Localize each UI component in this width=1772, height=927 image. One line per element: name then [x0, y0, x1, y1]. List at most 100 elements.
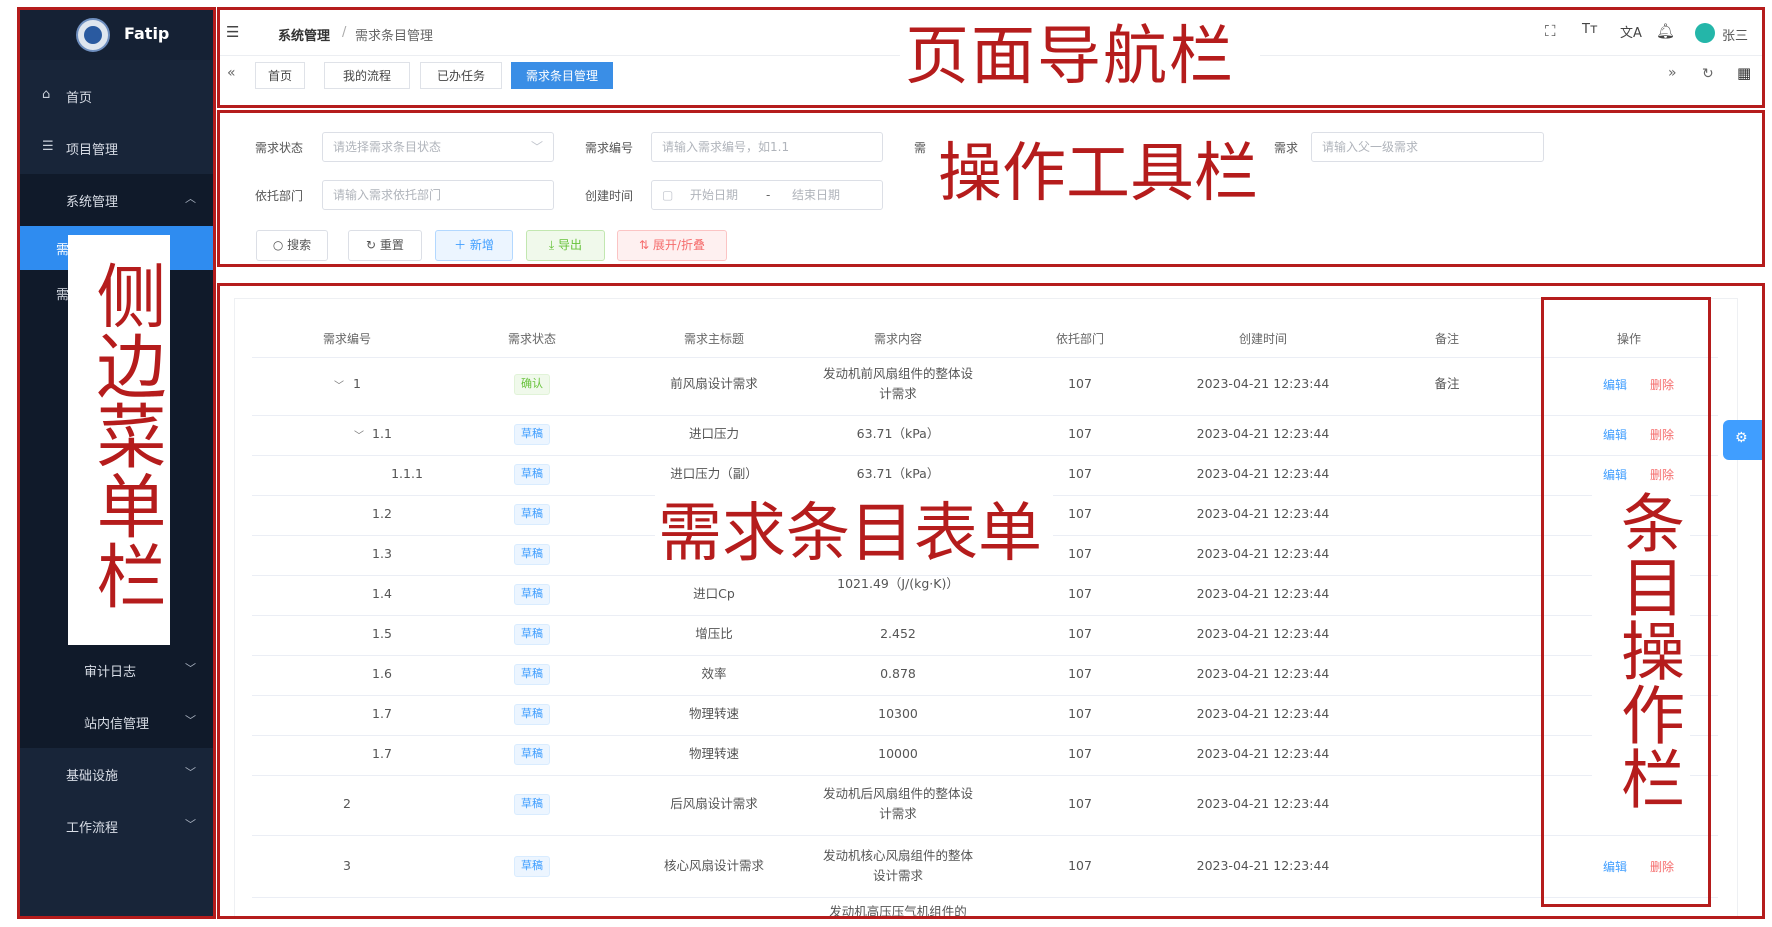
code-label: 需求编号 [585, 141, 634, 155]
status-badge: 草稿 [514, 744, 550, 765]
parent-placeholder: 请输入父一级需求 [1322, 140, 1419, 154]
cell-code: 1 [353, 376, 361, 391]
edit-link[interactable]: 编辑 [1603, 466, 1627, 483]
delete-link[interactable]: 删除 [1650, 426, 1674, 443]
dept-input[interactable]: 请输入需求依托部门 [322, 180, 554, 210]
cell-code: 3 [343, 858, 351, 873]
cell-content: 发动机后风扇组件的整体设计需求 [822, 786, 973, 821]
cell-time: 2023-04-21 12:23:44 [1196, 546, 1330, 561]
app-title: Fatip [124, 24, 170, 43]
column-header: 需求编号 [322, 332, 372, 346]
scroll-left-icon[interactable]: « [227, 65, 236, 81]
cell-content: 63.71（kPa） [856, 426, 940, 441]
cell-dept: 107 [1068, 796, 1092, 811]
cell-content: 2.452 [880, 626, 916, 641]
parent-input[interactable]: 请输入父一级需求 [1311, 132, 1544, 162]
row-divider [252, 615, 1718, 616]
sidebar-item-messages[interactable]: 站内信管理 ﹀ [20, 696, 214, 748]
column-header: 依托部门 [1055, 332, 1105, 346]
cell-time: 2023-04-21 12:23:44 [1196, 376, 1330, 391]
code-input[interactable]: 请输入需求编号，如1.1 [651, 132, 883, 162]
user-name[interactable]: 张三 [1722, 25, 1748, 44]
status-badge: 草稿 [514, 424, 550, 445]
cell-dept: 107 [1068, 466, 1092, 481]
tab-requirement-items[interactable]: 需求条目管理 [511, 62, 613, 89]
tab-my-process[interactable]: 我的流程 [324, 62, 410, 89]
end-date-placeholder: 结束日期 [792, 188, 841, 202]
font-size-icon[interactable]: Tт [1582, 22, 1598, 37]
annotation-sidebar-label: 侧边菜单栏 [85, 260, 167, 610]
cell-time: 2023-04-21 12:23:44 [1196, 506, 1330, 521]
cell-time: 2023-04-21 12:23:44 [1196, 666, 1330, 681]
row-divider [252, 455, 1718, 456]
edit-link[interactable]: 编辑 [1603, 426, 1627, 443]
chevron-down-icon: ﹀ [185, 714, 196, 727]
expand-collapse-button[interactable]: ⇅ 展开/折叠 [617, 230, 727, 261]
fullscreen-icon[interactable]: ⛶ [1545, 22, 1556, 40]
search-button[interactable]: ○ 搜索 [256, 230, 328, 261]
bell-icon[interactable]: 🔔︎ [1656, 22, 1675, 40]
home-icon: ⌂ [42, 87, 51, 102]
list-icon: ☰ [42, 139, 54, 154]
reset-button-label: 重置 [379, 238, 404, 252]
row-divider [252, 695, 1718, 696]
reset-button[interactable]: ↻ 重置 [348, 230, 422, 261]
row-divider [252, 575, 1718, 576]
export-button[interactable]: ⤓ 导出 [526, 230, 605, 261]
sidebar-item-home[interactable]: ⌂ 首页 [20, 70, 214, 122]
breadcrumb-item[interactable]: 系统管理 [278, 25, 330, 44]
cell-dept: 107 [1068, 746, 1092, 761]
range-separator: - [766, 188, 771, 202]
search-icon: ○ [272, 238, 288, 252]
cell-title: 进口压力（副） [670, 466, 758, 481]
status-badge: 草稿 [514, 504, 550, 525]
cell-content: 63.71（kPa） [856, 466, 940, 481]
status-select[interactable]: 请选择需求条目状态 ﹀ [322, 132, 554, 162]
row-divider [252, 775, 1718, 776]
cell-dept: 107 [1068, 858, 1092, 873]
delete-link[interactable]: 删除 [1650, 466, 1674, 483]
delete-link[interactable]: 删除 [1650, 376, 1674, 393]
cell-dept: 107 [1068, 666, 1092, 681]
grid-icon[interactable]: ▦ [1737, 64, 1751, 82]
sidebar-item-workflow[interactable]: 工作流程 ﹀ [20, 800, 214, 852]
calendar-icon: ▢ [662, 188, 674, 202]
column-header: 备注 [1434, 332, 1460, 346]
status-label: 需求状态 [255, 141, 304, 155]
scroll-right-icon[interactable]: » [1668, 65, 1677, 81]
gear-icon: ⚙ [1735, 430, 1748, 446]
chevron-down-icon: ﹀ [185, 662, 196, 675]
cell-content: 10300 [878, 706, 918, 721]
cell-title: 物理转速 [688, 706, 740, 721]
cell-time: 2023-04-21 12:23:44 [1196, 746, 1330, 761]
edit-link[interactable]: 编辑 [1603, 858, 1627, 875]
sidebar-item-infrastructure[interactable]: 基础设施 ﹀ [20, 748, 214, 800]
cell-title: 增压比 [695, 626, 733, 641]
sidebar-item-project[interactable]: ☰ 项目管理 [20, 122, 214, 174]
cell-code: 1.2 [372, 506, 392, 521]
edit-link[interactable]: 编辑 [1603, 376, 1627, 393]
status-badge: 草稿 [514, 794, 550, 815]
avatar[interactable] [1695, 23, 1715, 43]
cell-code: 2 [343, 796, 351, 811]
date-range-picker[interactable]: ▢ 开始日期 - 结束日期 [651, 180, 883, 210]
add-button[interactable]: ＋ 新增 [435, 230, 513, 261]
sidebar-item-audit[interactable]: 审计日志 ﹀ [20, 644, 214, 696]
status-badge: 草稿 [514, 584, 550, 605]
cell-code: 1.1.1 [391, 466, 423, 481]
cell-time: 2023-04-21 12:23:44 [1196, 858, 1330, 873]
cell-content: 1021.49（J/(kg·K)） [837, 576, 959, 591]
hamburger-icon[interactable]: ☰ [226, 23, 239, 41]
tab-done-tasks[interactable]: 已办任务 [420, 62, 502, 89]
annotation-nav-label: 页面导航栏 [905, 20, 1235, 94]
add-button-label: 新增 [469, 238, 494, 252]
settings-floating-button[interactable]: ⚙ [1723, 420, 1763, 460]
sidebar-item-system[interactable]: 系统管理 ︿ [20, 174, 214, 226]
refresh-icon[interactable]: ↻ [1702, 66, 1714, 82]
chevron-down-icon: ﹀ [185, 766, 196, 779]
truncated-label: 需 [914, 141, 927, 155]
sidebar-item-label: 基础设施 [66, 769, 119, 784]
delete-link[interactable]: 删除 [1650, 858, 1674, 875]
translate-icon[interactable]: 文A [1620, 22, 1642, 41]
tab-home[interactable]: 首页 [255, 62, 305, 89]
